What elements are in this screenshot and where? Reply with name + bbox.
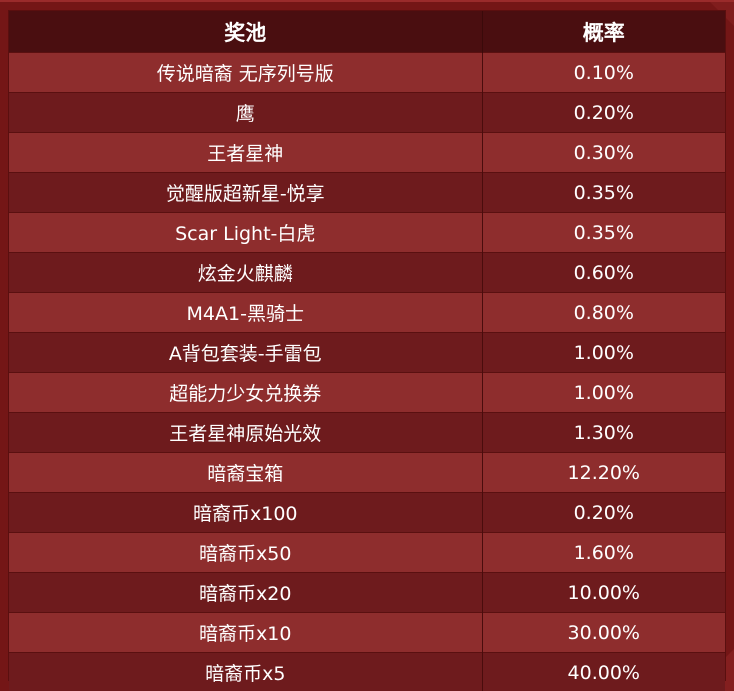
prize-name: 暗裔币x100 [9,492,483,533]
prize-probability: 40.00% [482,652,725,691]
table-row: 超能力少女兑换券 1.00% [9,372,725,413]
prize-probability: 0.80% [482,292,725,333]
prize-probability: 1.00% [482,332,725,373]
table-row: 暗裔币x100 0.20% [9,492,725,533]
prize-probability: 30.00% [482,612,725,653]
prize-name: A背包套装-手雷包 [9,332,483,373]
prize-name: Scar Light-白虎 [9,212,483,253]
table-body: 传说暗裔 无序列号版 0.10% 鹰 0.20% 王者星神 0.30% 觉醒版超… [9,52,725,691]
header-probability: 概率 [482,11,725,53]
prize-name: M4A1-黑骑士 [9,292,483,333]
table-row: 王者星神原始光效 1.30% [9,412,725,453]
prize-name: 暗裔宝箱 [9,452,483,493]
prize-probability: 1.00% [482,372,725,413]
header-prize-pool: 奖池 [9,11,483,53]
prize-probability: 0.30% [482,132,725,173]
table-row: 鹰 0.20% [9,92,725,133]
prize-pool-table-container: 奖池 概率 传说暗裔 无序列号版 0.10% 鹰 0.20% 王者星神 0.30… [8,10,726,691]
prize-probability: 10.00% [482,572,725,613]
prize-probability: 0.60% [482,252,725,293]
prize-name: 暗裔币x50 [9,532,483,573]
table-row: A背包套装-手雷包 1.00% [9,332,725,373]
prize-probability: 0.35% [482,212,725,253]
prize-name: 王者星神 [9,132,483,173]
table-row: 暗裔宝箱 12.20% [9,452,725,493]
table-row: 暗裔币x5 40.00% [9,652,725,691]
prize-name: 鹰 [9,92,483,133]
prize-probability: 0.35% [482,172,725,213]
prize-probability: 0.20% [482,492,725,533]
table-row: M4A1-黑骑士 0.80% [9,292,725,333]
prize-name: 觉醒版超新星-悦享 [9,172,483,213]
table-row: 暗裔币x20 10.00% [9,572,725,613]
prize-name: 王者星神原始光效 [9,412,483,453]
prize-name: 传说暗裔 无序列号版 [9,52,483,93]
table-header-row: 奖池 概率 [9,11,725,53]
prize-probability: 0.20% [482,92,725,133]
prize-name: 暗裔币x5 [9,652,483,691]
prize-probability: 1.60% [482,532,725,573]
table-row: 觉醒版超新星-悦享 0.35% [9,172,725,213]
prize-name: 暗裔币x20 [9,572,483,613]
prize-probability: 0.10% [482,52,725,93]
prize-name: 暗裔币x10 [9,612,483,653]
table-row: 暗裔币x50 1.60% [9,532,725,573]
prize-name: 超能力少女兑换券 [9,372,483,413]
table-row: 王者星神 0.30% [9,132,725,173]
table-row: 炫金火麒麟 0.60% [9,252,725,293]
prize-probability: 12.20% [482,452,725,493]
prize-pool-table: 奖池 概率 传说暗裔 无序列号版 0.10% 鹰 0.20% 王者星神 0.30… [9,11,725,691]
prize-name: 炫金火麒麟 [9,252,483,293]
table-row: 暗裔币x10 30.00% [9,612,725,653]
table-row: 传说暗裔 无序列号版 0.10% [9,52,725,93]
prize-probability: 1.30% [482,412,725,453]
table-row: Scar Light-白虎 0.35% [9,212,725,253]
